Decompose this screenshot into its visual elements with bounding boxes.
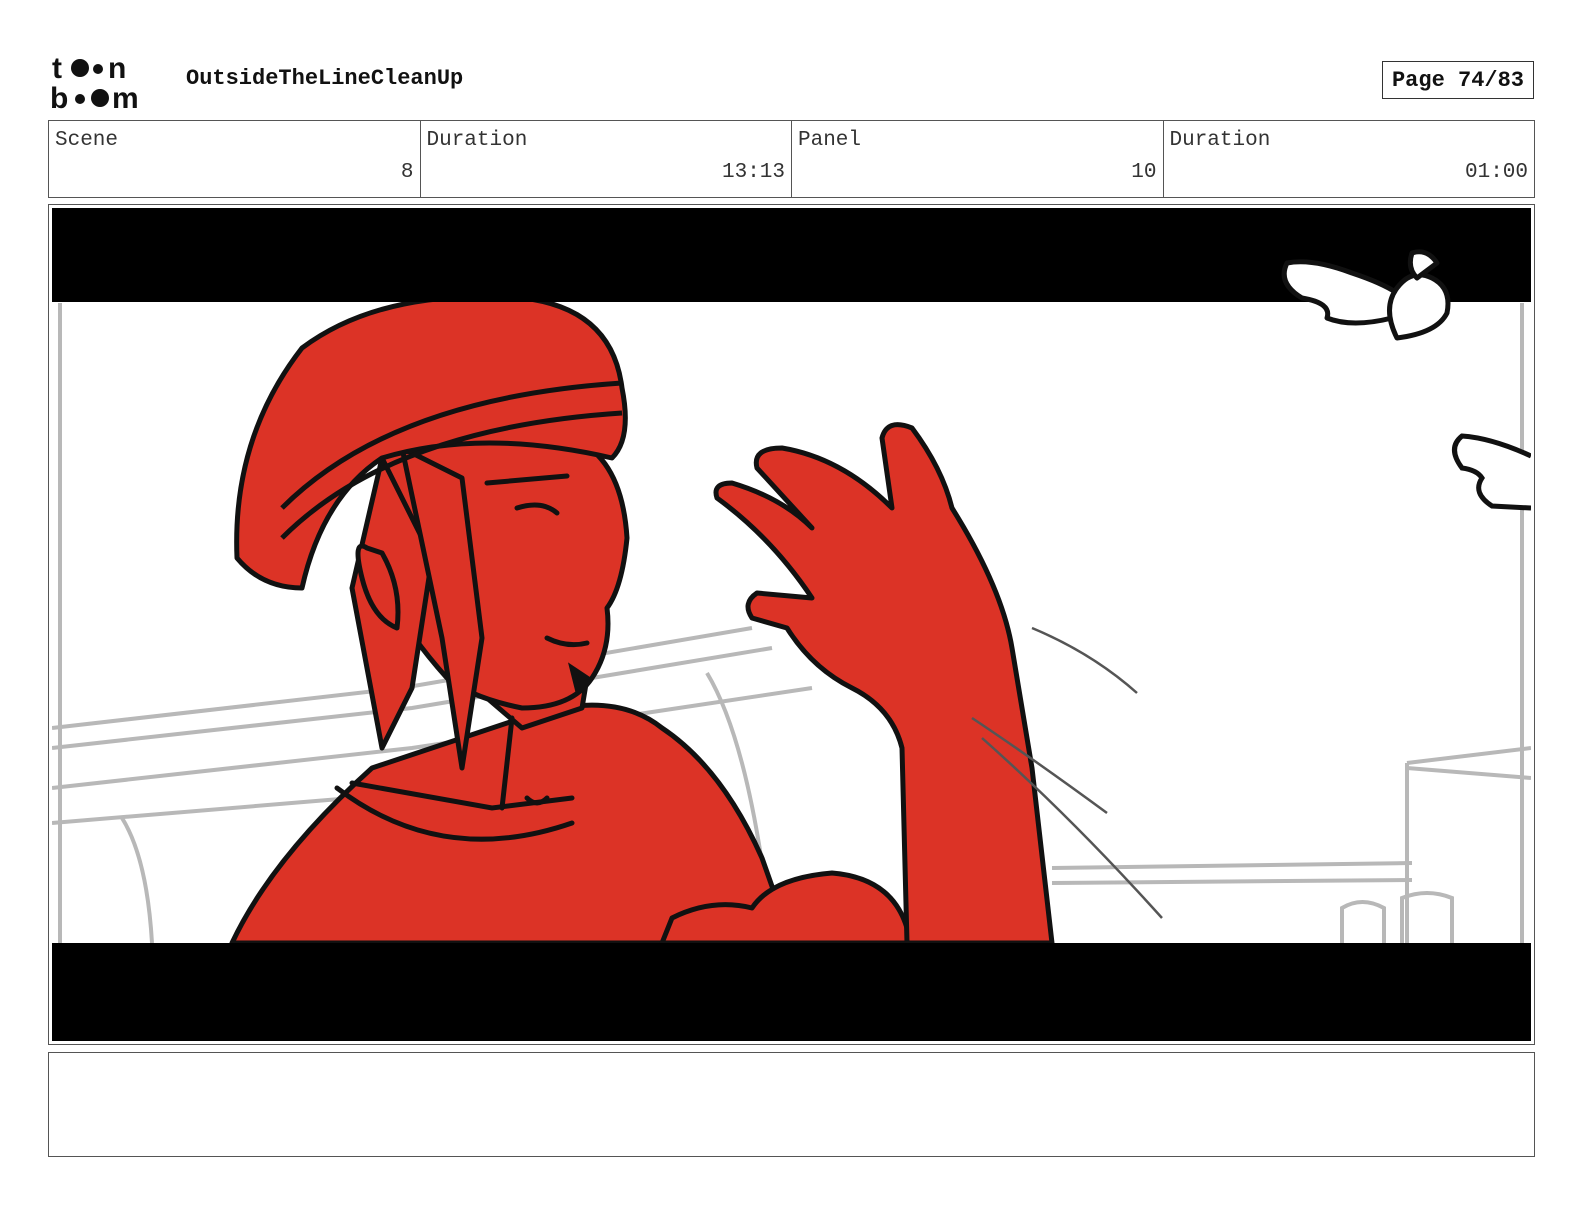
scene-duration-cell: Duration 13:13 bbox=[421, 121, 792, 197]
scene-label: Scene bbox=[55, 129, 119, 152]
svg-text:t: t bbox=[52, 52, 62, 85]
panel-duration-value: 01:00 bbox=[1464, 161, 1528, 184]
scene-value: 8 bbox=[400, 161, 414, 184]
panel-value: 10 bbox=[1131, 161, 1157, 184]
panel-info-table: Scene 8 Duration 13:13 Panel 10 Duration… bbox=[48, 120, 1535, 198]
project-title: OutsideTheLineCleanUp bbox=[186, 66, 464, 91]
svg-text:m: m bbox=[112, 82, 139, 112]
scene-cell: Scene 8 bbox=[49, 121, 421, 197]
letterbox-bottom bbox=[52, 943, 1531, 1041]
scene-duration-value: 13:13 bbox=[721, 161, 785, 184]
page-indicator: Page 74/83 bbox=[1382, 61, 1534, 99]
panel-label: Panel bbox=[798, 129, 862, 152]
svg-text:b: b bbox=[50, 82, 68, 112]
storyboard-panel-image bbox=[52, 208, 1531, 1041]
scene-duration-label: Duration bbox=[426, 129, 528, 152]
panel-duration-label: Duration bbox=[1169, 129, 1271, 152]
toonboom-logo: t n b m bbox=[50, 52, 139, 112]
panel-cell: Panel 10 bbox=[792, 121, 1164, 197]
panel-notes-box bbox=[48, 1052, 1535, 1157]
panel-duration-cell: Duration 01:00 bbox=[1164, 121, 1535, 197]
svg-text:n: n bbox=[108, 52, 126, 85]
